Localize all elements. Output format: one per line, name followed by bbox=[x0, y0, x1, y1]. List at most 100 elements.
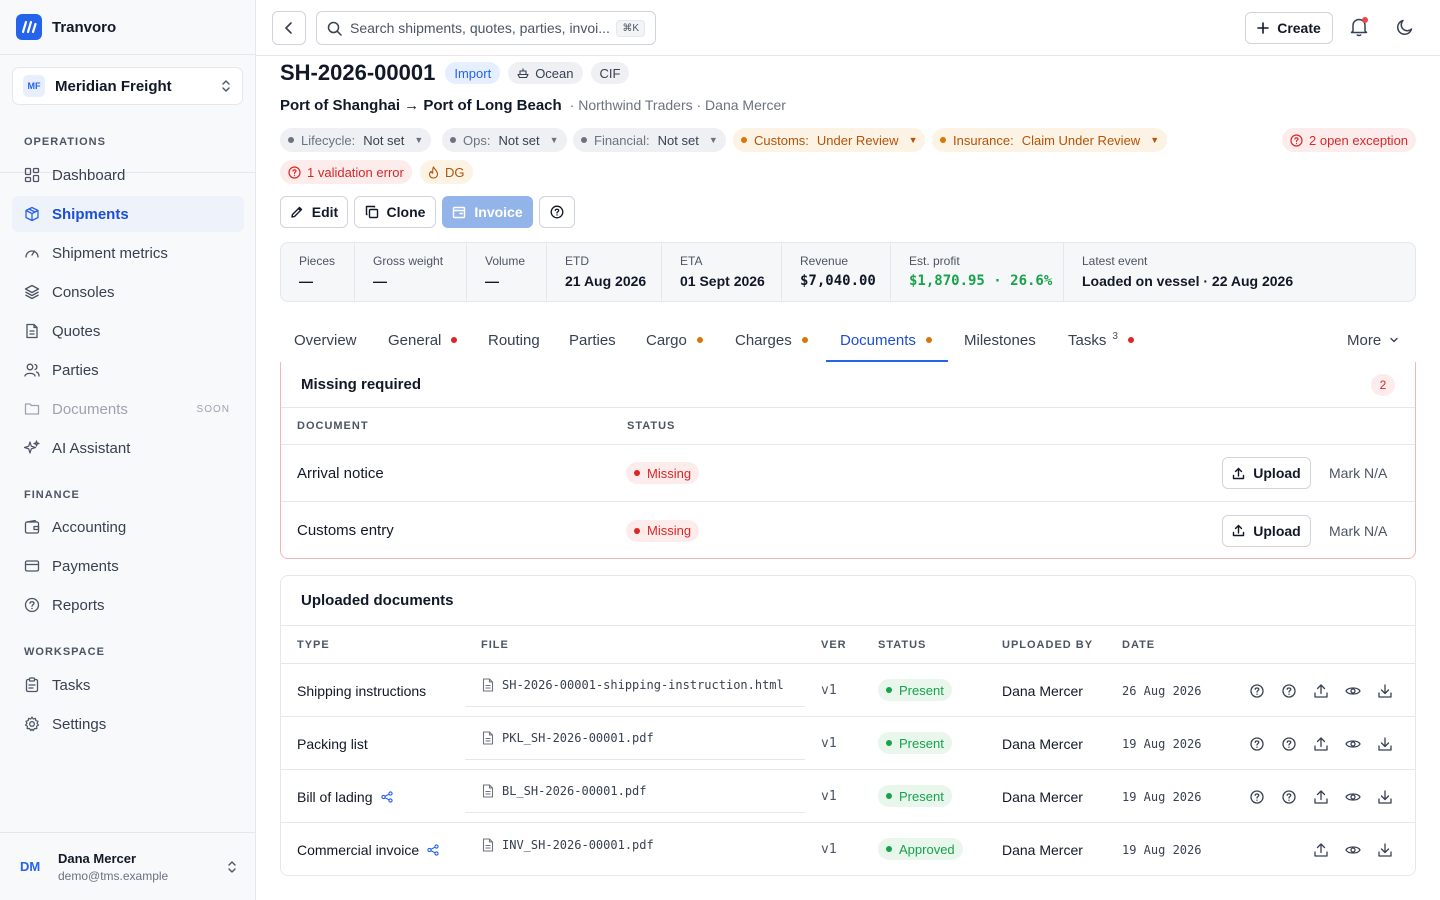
card-title: Uploaded documents bbox=[301, 592, 454, 609]
app-name: Tranvoro bbox=[52, 18, 117, 36]
sidebar-item-accounting[interactable]: Accounting bbox=[12, 509, 244, 545]
tab-documents[interactable]: Documents bbox=[840, 318, 932, 362]
notification-dot bbox=[1362, 17, 1368, 23]
tab-tasks[interactable]: Tasks 3 bbox=[1068, 318, 1134, 362]
folder-icon bbox=[24, 403, 40, 415]
sidebar-item-tasks[interactable]: Tasks bbox=[12, 667, 244, 703]
tab-general[interactable]: General bbox=[388, 318, 458, 362]
exceptions-badge[interactable]: 2 open exception bbox=[1282, 128, 1417, 152]
help-circle-icon[interactable] bbox=[1281, 683, 1297, 699]
upload-button[interactable]: Upload bbox=[1222, 514, 1311, 547]
version: v1 bbox=[821, 736, 837, 751]
help-circle-icon[interactable] bbox=[1249, 789, 1265, 805]
tab-bar: Overview General Routing Parties Cargo C… bbox=[280, 318, 1416, 362]
tab-overview[interactable]: Overview bbox=[294, 318, 357, 362]
kpi-pieces: Pieces — bbox=[281, 243, 355, 301]
mark-na-button[interactable]: Mark N/A bbox=[1329, 523, 1387, 539]
kpi-gross-weight: Gross weight — bbox=[355, 243, 467, 301]
sidebar-item-shipment-metrics[interactable]: Shipment metrics bbox=[12, 235, 244, 271]
error-dot bbox=[1127, 337, 1134, 343]
col-type: TYPE bbox=[297, 638, 330, 651]
eye-icon[interactable] bbox=[1345, 683, 1361, 699]
sidebar-item-dashboard[interactable]: Dashboard bbox=[12, 157, 244, 193]
help-circle-icon[interactable] bbox=[1249, 736, 1265, 752]
validation-badge[interactable]: 1 validation error bbox=[280, 160, 412, 184]
kpi-eta: ETA 01 Sept 2026 bbox=[662, 243, 782, 301]
insurance-status[interactable]: Insurance: Claim Under Review ▼ bbox=[932, 128, 1168, 152]
sidebar-item-label: Consoles bbox=[52, 283, 115, 301]
users-icon bbox=[24, 363, 40, 377]
help-circle-icon[interactable] bbox=[1249, 683, 1265, 699]
customs-status[interactable]: Customs: Under Review ▼ bbox=[733, 128, 926, 152]
nav-section-operations: OPERATIONS bbox=[24, 136, 106, 148]
upload-button[interactable]: Upload bbox=[1222, 457, 1311, 489]
tab-parties[interactable]: Parties bbox=[569, 318, 616, 362]
clone-button[interactable]: Clone bbox=[354, 196, 436, 228]
help-button[interactable] bbox=[539, 196, 575, 228]
eye-icon[interactable] bbox=[1345, 789, 1361, 805]
tab-label: Cargo bbox=[646, 331, 687, 349]
tab-milestones[interactable]: Milestones bbox=[964, 318, 1036, 362]
sidebar-item-shipments[interactable]: Shipments bbox=[12, 196, 244, 232]
tab-routing[interactable]: Routing bbox=[488, 318, 540, 362]
help-circle-icon[interactable] bbox=[1281, 789, 1297, 805]
edit-button[interactable]: Edit bbox=[280, 196, 348, 228]
lifecycle-status[interactable]: Lifecycle: Not set ▼ bbox=[280, 128, 432, 152]
user-menu[interactable]: DM Dana Mercer demo@tms.example bbox=[0, 832, 256, 900]
org-switcher-wrap: MF Meridian Freight bbox=[0, 55, 255, 173]
row-actions bbox=[1233, 683, 1393, 699]
sidebar-item-settings[interactable]: Settings bbox=[12, 706, 244, 742]
doc-type-label: Bill of lading bbox=[297, 788, 373, 805]
share-icon[interactable] bbox=[427, 843, 439, 856]
table-header: DOCUMENT STATUS bbox=[281, 408, 1415, 445]
caret-down-icon: ▼ bbox=[708, 135, 718, 145]
upload-icon[interactable] bbox=[1313, 736, 1329, 752]
search-input[interactable]: Search shipments, quotes, parties, invoi… bbox=[316, 11, 656, 45]
moon-icon[interactable] bbox=[1396, 18, 1414, 36]
sidebar-item-payments[interactable]: Payments bbox=[12, 548, 244, 584]
share-icon[interactable] bbox=[380, 790, 393, 803]
back-button[interactable] bbox=[272, 11, 306, 45]
tab-label: Routing bbox=[488, 331, 540, 349]
sidebar-item-quotes[interactable]: Quotes bbox=[12, 313, 244, 349]
invoice-button[interactable]: Invoice bbox=[442, 196, 533, 228]
version: v1 bbox=[821, 789, 837, 804]
tab-cargo[interactable]: Cargo bbox=[646, 318, 703, 362]
download-icon[interactable] bbox=[1377, 683, 1393, 699]
download-icon[interactable] bbox=[1377, 842, 1393, 858]
tab-charges[interactable]: Charges bbox=[735, 318, 808, 362]
uploaded-by: Dana Mercer bbox=[1002, 682, 1083, 699]
dg-label: DG bbox=[445, 164, 465, 180]
status-label: Missing bbox=[647, 523, 692, 538]
download-icon[interactable] bbox=[1377, 736, 1393, 752]
eye-icon[interactable] bbox=[1345, 842, 1361, 858]
file-link[interactable]: PKL_SH-2026-00001.pdf bbox=[465, 717, 805, 760]
ops-status[interactable]: Ops: Not set ▼ bbox=[442, 128, 567, 152]
create-button[interactable]: Create bbox=[1245, 12, 1333, 44]
sidebar-item-reports[interactable]: Reports bbox=[12, 587, 244, 623]
sidebar-item-parties[interactable]: Parties bbox=[12, 352, 244, 388]
caret-down-icon: ▼ bbox=[1150, 135, 1160, 145]
eye-icon[interactable] bbox=[1345, 736, 1361, 752]
file-link[interactable]: INV_SH-2026-00001.pdf bbox=[465, 823, 805, 866]
download-icon[interactable] bbox=[1377, 789, 1393, 805]
sidebar-item-ai-assistant[interactable]: AI Assistant bbox=[12, 430, 244, 466]
financial-status[interactable]: Financial: Not set ▼ bbox=[573, 128, 726, 152]
tab-more[interactable]: More bbox=[1347, 318, 1399, 362]
version: v1 bbox=[821, 683, 837, 698]
mark-na-button[interactable]: Mark N/A bbox=[1329, 465, 1387, 481]
org-switcher[interactable]: MF Meridian Freight bbox=[12, 67, 243, 105]
upload-icon[interactable] bbox=[1313, 842, 1329, 858]
sidebar-item-consoles[interactable]: Consoles bbox=[12, 274, 244, 310]
active-tab-indicator bbox=[826, 360, 948, 362]
plus-icon bbox=[1257, 22, 1270, 34]
file-link[interactable]: BL_SH-2026-00001.pdf bbox=[465, 770, 805, 813]
upload-icon[interactable] bbox=[1313, 789, 1329, 805]
file-link[interactable]: SH-2026-00001-shipping-instruction.html bbox=[465, 664, 805, 707]
brand[interactable]: Tranvoro bbox=[0, 0, 255, 55]
chevron-up-down-icon bbox=[228, 860, 236, 873]
help-circle-icon[interactable] bbox=[1281, 736, 1297, 752]
card-header: Uploaded documents bbox=[281, 576, 1415, 626]
kpi-label: Revenue bbox=[800, 254, 849, 268]
upload-icon[interactable] bbox=[1313, 683, 1329, 699]
